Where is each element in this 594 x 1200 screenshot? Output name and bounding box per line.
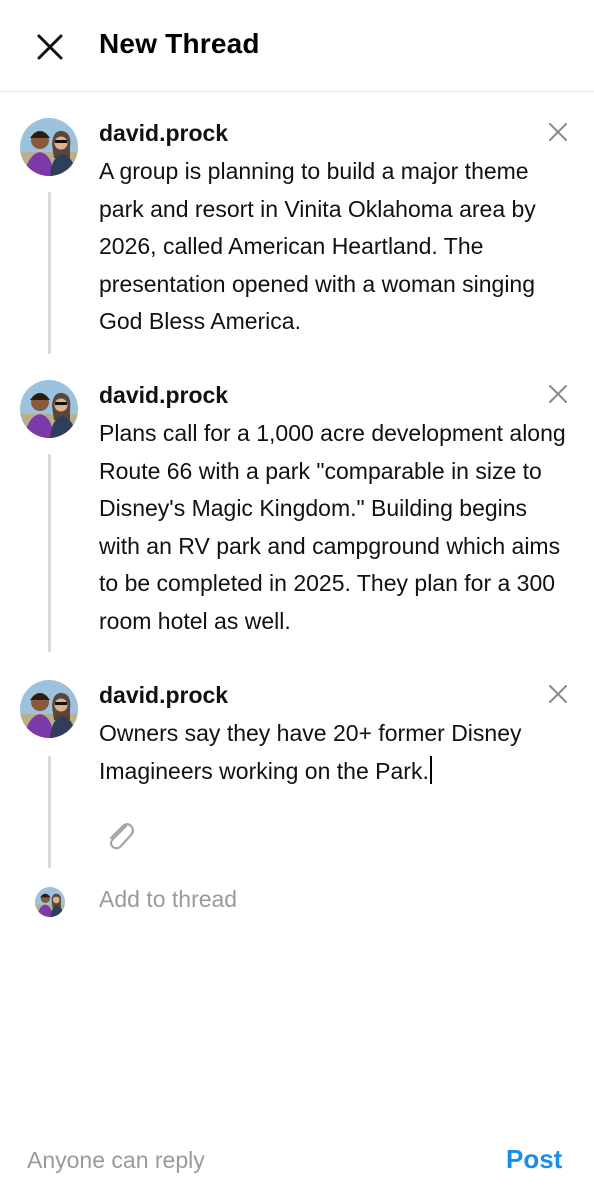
remove-post-icon[interactable]: [547, 383, 569, 405]
paperclip-icon[interactable]: [104, 818, 136, 854]
post-button[interactable]: Post: [506, 1144, 562, 1175]
post-text[interactable]: Plans call for a 1,000 acre development …: [99, 415, 574, 641]
post-username[interactable]: david.prock: [99, 120, 228, 147]
remove-post-icon[interactable]: [547, 683, 569, 705]
post-text: Owners say they have 20+ former Disney I…: [99, 720, 522, 784]
header-bar: New Thread: [0, 0, 594, 92]
close-icon[interactable]: [36, 33, 64, 61]
post-username[interactable]: david.prock: [99, 382, 228, 409]
page-title: New Thread: [99, 28, 260, 59]
avatar-photo-icon: [35, 887, 65, 917]
avatar[interactable]: [20, 380, 78, 438]
avatar-photo-icon: [20, 680, 78, 738]
thread-line: [48, 756, 51, 868]
avatar-photo-icon: [20, 380, 78, 438]
post-text-input[interactable]: Owners say they have 20+ former Disney I…: [99, 715, 574, 790]
thread-line: [48, 454, 51, 652]
reply-setting-button[interactable]: Anyone can reply: [27, 1147, 205, 1174]
add-to-thread-input[interactable]: Add to thread: [99, 886, 237, 913]
avatar-photo-icon: [20, 118, 78, 176]
avatar[interactable]: [20, 118, 78, 176]
thread-line: [48, 192, 51, 354]
text-caret: [429, 755, 432, 784]
post-text[interactable]: A group is planning to build a major the…: [99, 153, 574, 341]
avatar[interactable]: [20, 680, 78, 738]
avatar: [35, 887, 65, 917]
post-username[interactable]: david.prock: [99, 682, 228, 709]
remove-post-icon[interactable]: [547, 121, 569, 143]
